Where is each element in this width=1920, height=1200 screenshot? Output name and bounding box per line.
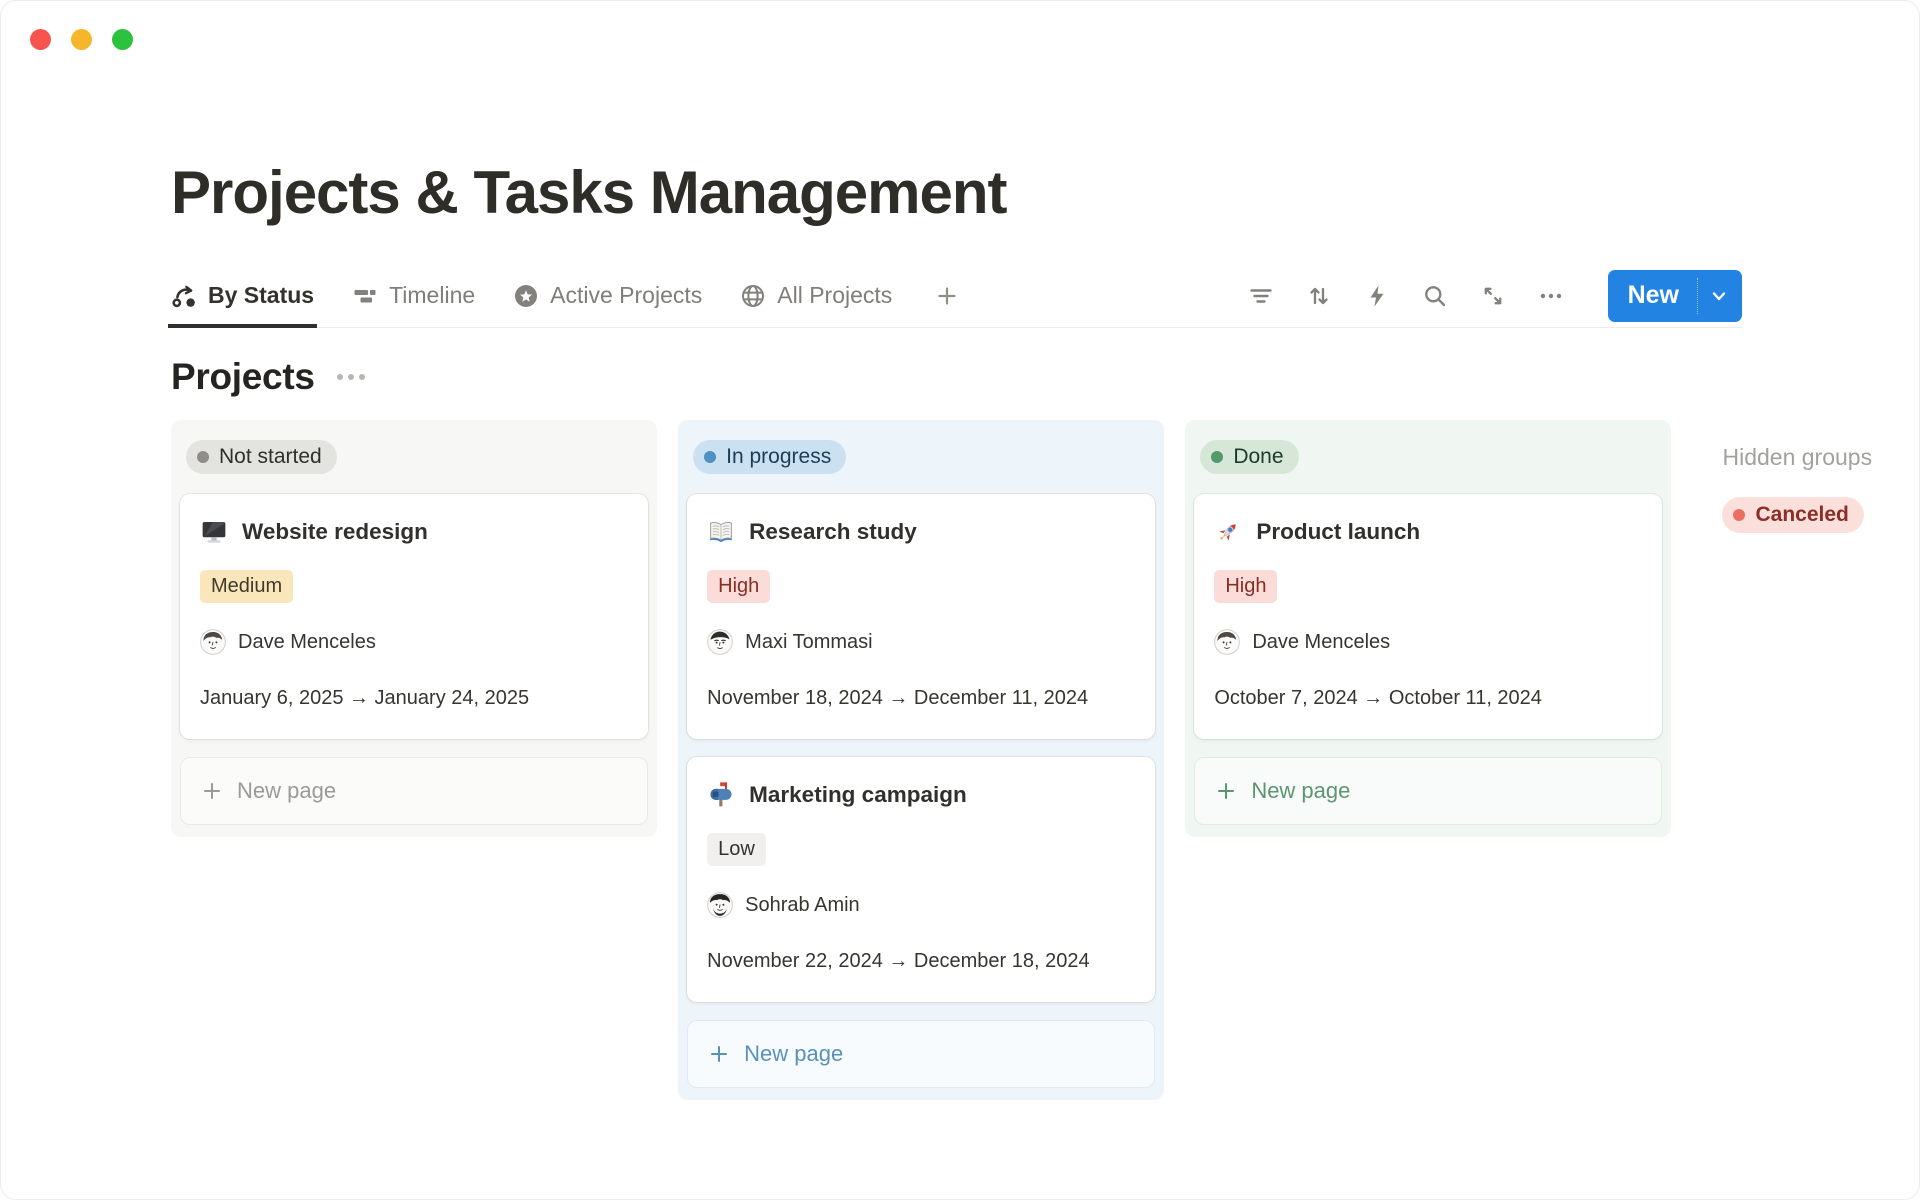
automation-icon[interactable] (1362, 281, 1392, 311)
board-column-in-progress: In progress Research study (678, 420, 1164, 1100)
plus-icon (1215, 780, 1237, 802)
hidden-groups-label: Hidden groups (1722, 444, 1920, 471)
group-label: In progress (726, 445, 831, 469)
close-window-button[interactable] (30, 29, 51, 50)
priority-badge: High (707, 570, 770, 603)
board-more-icon[interactable] (337, 374, 365, 380)
view-tabs: By Status Timeline (171, 264, 964, 327)
priority-badge: High (1214, 570, 1277, 603)
board-header: Projects (171, 356, 1920, 398)
group-dot-icon (1211, 451, 1223, 463)
rocket-icon (1214, 518, 1242, 546)
new-page-button-in-progress[interactable]: New page (687, 1020, 1155, 1088)
tab-timeline[interactable]: Timeline (352, 264, 475, 327)
more-icon[interactable] (1536, 281, 1566, 311)
project-card-product-launch[interactable]: Product launch High Dave Mencele (1194, 494, 1662, 739)
plus-icon (708, 1043, 730, 1065)
new-page-button-not-started[interactable]: New page (180, 757, 648, 825)
desktop-computer-icon (200, 518, 228, 546)
hidden-groups-section: Hidden groups Canceled (1722, 420, 1920, 533)
timeline-icon (352, 283, 378, 309)
search-icon[interactable] (1420, 281, 1450, 311)
plus-icon (201, 780, 223, 802)
priority-badge: Medium (200, 570, 293, 603)
tab-active-projects[interactable]: Active Projects (513, 264, 702, 327)
mailbox-icon (707, 781, 735, 809)
board-column-not-started: Not started Website redesign (171, 420, 657, 837)
group-pill-canceled[interactable]: Canceled (1722, 497, 1863, 533)
kanban-board: Not started Website redesign (171, 420, 1920, 1100)
assignee-name: Dave Menceles (238, 631, 376, 654)
card-date-range: January 6, 2025 → January 24, 2025 (200, 683, 628, 713)
new-button-label: New (1608, 281, 1697, 310)
minimize-window-button[interactable] (71, 29, 92, 50)
sort-icon[interactable] (1304, 281, 1334, 311)
group-pill-not-started[interactable]: Not started (186, 440, 337, 474)
group-dot-icon (197, 451, 209, 463)
avatar-sohrab-amin (707, 892, 733, 918)
card-date-range: October 7, 2024 → October 11, 2024 (1214, 683, 1642, 713)
group-dot-icon (704, 451, 716, 463)
app-window: Projects & Tasks Management By Status (0, 0, 1920, 1200)
tab-label: By Status (208, 282, 314, 309)
project-card-website-redesign[interactable]: Website redesign Medium Dave Men (180, 494, 648, 739)
group-label: Not started (219, 445, 322, 469)
new-page-label: New page (1251, 778, 1350, 804)
card-date-range: November 18, 2024 → December 11, 2024 (707, 683, 1135, 713)
group-pill-in-progress[interactable]: In progress (693, 440, 846, 474)
card-title: Product launch (1256, 519, 1420, 545)
avatar-maxi-tommasi (707, 629, 733, 655)
page-title: Projects & Tasks Management (171, 0, 1920, 226)
avatar-dave-menceles (200, 629, 226, 655)
project-card-marketing-campaign[interactable]: Marketing campaign Low (687, 757, 1155, 1002)
new-page-label: New page (237, 778, 336, 804)
plus-icon (934, 283, 960, 309)
new-page-label: New page (744, 1041, 843, 1067)
tab-label: Active Projects (550, 282, 702, 309)
avatar-dave-menceles (1214, 629, 1240, 655)
status-board-icon (171, 283, 197, 309)
star-circle-icon (513, 283, 539, 309)
chevron-down-icon[interactable] (1698, 284, 1742, 308)
assignee-name: Sohrab Amin (745, 894, 860, 917)
new-button[interactable]: New (1608, 270, 1742, 322)
view-controls: New (1246, 270, 1742, 322)
board-column-done: Done (1185, 420, 1671, 837)
tab-by-status[interactable]: By Status (171, 264, 314, 327)
group-dot-icon (1733, 509, 1745, 521)
tab-label: All Projects (777, 282, 892, 309)
assignee-name: Maxi Tommasi (745, 631, 872, 654)
card-date-range: November 22, 2024 → December 18, 2024 (707, 946, 1099, 976)
card-title: Website redesign (242, 519, 428, 545)
group-pill-done[interactable]: Done (1200, 440, 1298, 474)
view-tab-bar: By Status Timeline (171, 264, 1742, 328)
card-title: Research study (749, 519, 917, 545)
open-book-icon (707, 518, 735, 546)
zoom-window-button[interactable] (112, 29, 133, 50)
new-page-button-done[interactable]: New page (1194, 757, 1662, 825)
card-title: Marketing campaign (749, 782, 967, 808)
window-controls (30, 29, 133, 50)
priority-badge: Low (707, 833, 766, 866)
add-view-button[interactable] (930, 264, 964, 327)
globe-icon (740, 283, 766, 309)
assignee-name: Dave Menceles (1252, 631, 1390, 654)
tab-all-projects[interactable]: All Projects (740, 264, 892, 327)
expand-icon[interactable] (1478, 281, 1508, 311)
tab-label: Timeline (389, 282, 475, 309)
group-label: Done (1233, 445, 1283, 469)
board-title: Projects (171, 356, 315, 398)
filter-icon[interactable] (1246, 281, 1276, 311)
group-label: Canceled (1755, 503, 1848, 527)
project-card-research-study[interactable]: Research study High (687, 494, 1155, 739)
